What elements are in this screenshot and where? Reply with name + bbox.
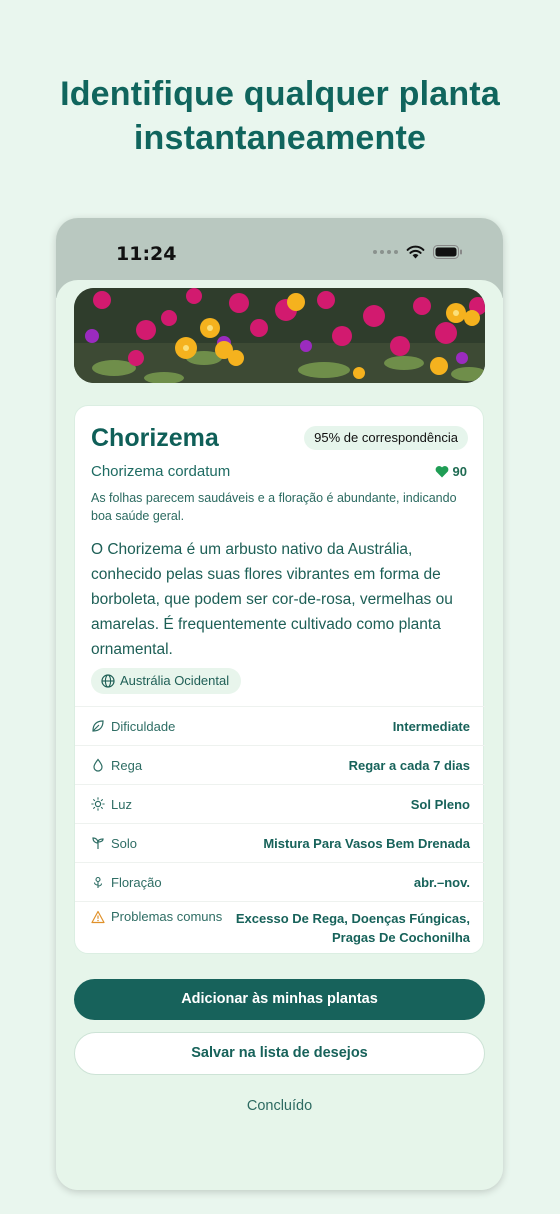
detail-value-line-1: Excesso De Rega, Doenças Fúngicas,	[235, 911, 470, 926]
headline-line-2: instantaneamente	[133, 119, 427, 157]
detail-label: Problemas comuns	[111, 909, 223, 924]
globe-icon	[101, 674, 115, 688]
match-badge: 95% de correspondência	[304, 426, 468, 450]
page-headline: Identifique qualquer planta instantaneam…	[0, 72, 560, 160]
status-time: 11:24	[116, 243, 177, 265]
detail-row-problems: Problemas comuns Excesso De Rega, Doença…	[75, 901, 485, 949]
headline-line-1: Identifique qualquer planta	[60, 75, 500, 113]
detail-value: Sol Pleno	[410, 796, 470, 812]
detail-value: abr.–nov.	[413, 874, 470, 890]
detail-value: Mistura Para Vasos Bem Drenada	[263, 835, 470, 851]
sprout-icon	[92, 837, 104, 849]
health-score: 90	[435, 464, 467, 479]
signal-dots-icon	[373, 250, 398, 254]
save-to-wishlist-button[interactable]: Salvar na lista de desejos	[74, 1032, 485, 1075]
water-drop-icon	[93, 758, 103, 772]
plant-name: Chorizema	[91, 424, 219, 452]
care-details: Dificuldade Intermediate Rega Regar a ca…	[75, 706, 485, 949]
health-note: As folhas parecem saudáveis e a floração…	[91, 491, 457, 523]
scientific-name: Chorizema cordatum	[91, 463, 231, 480]
warning-icon	[91, 910, 105, 923]
wifi-icon	[406, 245, 425, 259]
detail-row-soil: Solo Mistura Para Vasos Bem Drenada	[75, 823, 485, 862]
battery-icon	[433, 245, 462, 259]
detail-value: Excesso De Rega, Doenças Fúngicas, Praga…	[236, 909, 470, 947]
plant-photo	[74, 288, 485, 383]
detail-row-bloom: Floração abr.–nov.	[75, 862, 485, 901]
plant-info-card: Chorizema 95% de correspondência Chorize…	[74, 405, 485, 954]
flower-icon	[93, 876, 103, 888]
region-chip: Austrália Ocidental	[91, 668, 242, 694]
status-icons	[373, 245, 463, 259]
detail-row-watering: Rega Regar a cada 7 dias	[75, 745, 485, 784]
done-button[interactable]: Concluído	[56, 1098, 503, 1114]
detail-label: Floração	[111, 874, 162, 890]
detail-row-light: Luz Sol Pleno	[75, 784, 485, 823]
sun-icon	[91, 797, 105, 811]
region-label: Austrália Ocidental	[120, 673, 230, 688]
detail-value-line-2: Pragas De Cochonilha	[332, 930, 470, 945]
detail-row-difficulty: Dificuldade Intermediate	[75, 706, 485, 745]
plant-description: O Chorizema é um arbusto nativo da Austr…	[91, 541, 453, 658]
detail-label: Rega	[111, 757, 143, 773]
detail-label: Dificuldade	[111, 718, 176, 734]
result-sheet: Chorizema 95% de correspondência Chorize…	[56, 280, 503, 1190]
detail-value: Regar a cada 7 dias	[348, 757, 470, 773]
add-to-my-plants-button[interactable]: Adicionar às minhas plantas	[74, 979, 485, 1020]
detail-label: Luz	[111, 796, 132, 812]
leaf-icon	[92, 720, 104, 732]
phone-frame: 11:24 Chorizema 95% de correspondência C…	[56, 218, 503, 1190]
health-score-value: 90	[452, 464, 467, 479]
heart-icon	[435, 466, 448, 478]
detail-label: Solo	[111, 835, 138, 851]
detail-value: Intermediate	[392, 718, 470, 734]
